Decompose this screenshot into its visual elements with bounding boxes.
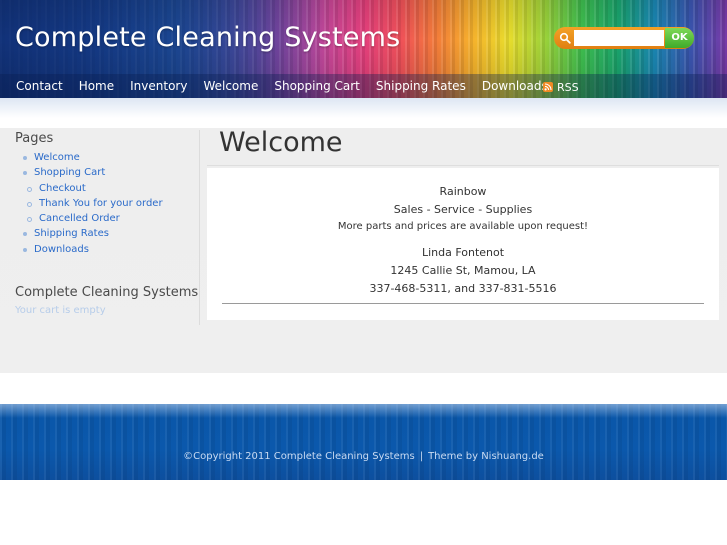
rss-label: RSS xyxy=(557,80,579,94)
footer-separator: | xyxy=(419,451,424,462)
sidebar-item-thank-you[interactable]: Thank You for your order xyxy=(22,196,163,211)
nav-item-shipping-rates[interactable]: Shipping Rates xyxy=(368,74,474,98)
footer-text: ©Copyright 2011 Complete Cleaning System… xyxy=(0,451,727,462)
sidebar-item-checkout[interactable]: Checkout xyxy=(22,181,163,196)
pages-list: Welcome Shopping Cart Checkout Thank You… xyxy=(22,150,163,257)
site-footer xyxy=(0,404,727,480)
content-line-business: Rainbow xyxy=(439,185,487,198)
content-line-contact-name: Linda Fontenot xyxy=(421,246,505,259)
sidebar-item-shopping-cart[interactable]: Shopping Cart xyxy=(22,165,163,180)
footer-copyright: ©Copyright 2011 Complete Cleaning System… xyxy=(183,451,415,462)
nav-item-home[interactable]: Home xyxy=(71,74,122,98)
cart-heading: Complete Cleaning Systems xyxy=(15,285,199,300)
footer-theme-credit[interactable]: Theme by Nishuang.de xyxy=(428,451,544,462)
nav-item-shopping-cart[interactable]: Shopping Cart xyxy=(266,74,368,98)
nav-item-contact[interactable]: Contact xyxy=(8,74,71,98)
site-header: Complete Cleaning Systems OK Contact Hom… xyxy=(0,0,727,98)
sidebar-item-welcome[interactable]: Welcome xyxy=(22,150,163,165)
content-divider xyxy=(222,303,704,304)
sidebar: Pages Welcome Shopping Cart Checkout Tha… xyxy=(0,130,200,325)
page-title: Welcome xyxy=(219,127,343,158)
title-divider xyxy=(207,165,719,166)
cart-status: Your cart is empty xyxy=(15,305,106,316)
search-icon xyxy=(559,32,571,44)
content-line-phone: 337-468-5311, and 337-831-5516 xyxy=(369,282,557,295)
rss-icon xyxy=(543,82,553,92)
search-form: OK xyxy=(554,27,694,49)
sidebar-item-downloads[interactable]: Downloads xyxy=(22,242,163,257)
search-input[interactable] xyxy=(574,30,664,46)
pages-heading: Pages xyxy=(15,131,54,146)
sidebar-item-cancelled-order[interactable]: Cancelled Order xyxy=(22,211,163,226)
content-panel: Rainbow Sales - Service - Supplies More … xyxy=(207,168,719,320)
rss-link[interactable]: RSS xyxy=(543,80,579,94)
nav-item-inventory[interactable]: Inventory xyxy=(122,74,195,98)
content-line-notice: More parts and prices are available upon… xyxy=(337,221,589,232)
main-navigation: Contact Home Inventory Welcome Shopping … xyxy=(0,74,727,98)
site-title[interactable]: Complete Cleaning Systems xyxy=(15,22,400,53)
sidebar-item-shipping-rates[interactable]: Shipping Rates xyxy=(22,226,163,241)
content-line-services: Sales - Service - Supplies xyxy=(393,203,533,216)
content-line-address: 1245 Callie St, Mamou, LA xyxy=(390,264,536,277)
nav-item-welcome[interactable]: Welcome xyxy=(195,74,266,98)
search-ok-button[interactable]: OK xyxy=(665,28,694,48)
